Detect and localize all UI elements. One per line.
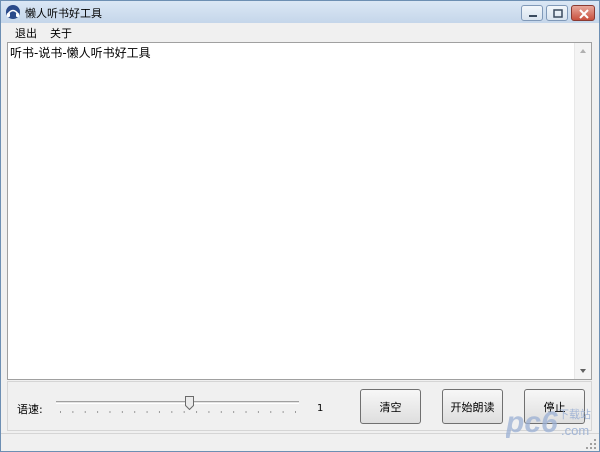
speed-value: 1	[317, 403, 324, 414]
menu-item-exit[interactable]: 退出	[15, 25, 37, 41]
slider-tick	[146, 411, 148, 413]
slider-tick	[220, 411, 222, 413]
slider-tick	[233, 411, 235, 413]
app-icon	[5, 4, 21, 20]
slider-tick	[270, 411, 272, 413]
watermark-subtext: 下载站	[558, 407, 591, 421]
slider-tick	[196, 411, 198, 413]
scroll-up-icon[interactable]	[575, 43, 591, 59]
text-editor[interactable]: 听书-说书-懒人听书好工具	[7, 42, 592, 380]
window-title: 懒人听书好工具	[25, 7, 102, 20]
clear-button[interactable]: 清空	[360, 389, 421, 424]
slider-tick	[134, 411, 136, 413]
slider-tick	[97, 411, 99, 413]
speed-slider[interactable]	[56, 396, 299, 418]
slider-tick	[171, 411, 173, 413]
slider-tick	[245, 411, 247, 413]
close-icon	[579, 9, 589, 19]
scroll-down-icon[interactable]	[575, 363, 591, 379]
title-bar[interactable]: 懒人听书好工具	[1, 1, 599, 23]
start-reading-button[interactable]: 开始朗读	[442, 389, 503, 424]
app-window: 懒人听书好工具 退出 关于 听书-说书-懒人听书好工具 语速: 1 清空 开始朗…	[0, 0, 600, 452]
clear-button-label: 清空	[379, 400, 402, 414]
menu-bar: 退出 关于	[1, 23, 599, 41]
menu-item-about[interactable]: 关于	[50, 25, 72, 41]
speed-label: 语速:	[17, 403, 43, 416]
slider-thumb[interactable]	[185, 396, 194, 410]
slider-track[interactable]	[56, 401, 299, 404]
minimize-icon	[529, 15, 537, 17]
slider-tick	[84, 411, 86, 413]
watermark-domain: .com	[561, 423, 589, 438]
slider-tick	[158, 411, 160, 413]
slider-tick	[109, 411, 111, 413]
vertical-scrollbar[interactable]	[574, 43, 591, 379]
slider-tick	[72, 411, 74, 413]
slider-tick	[60, 411, 61, 413]
slider-tick	[295, 411, 296, 413]
slider-tick	[183, 411, 185, 413]
slider-ticks	[60, 411, 296, 413]
slider-tick	[121, 411, 123, 413]
slider-tick	[282, 411, 284, 413]
slider-tick	[208, 411, 210, 413]
minimize-button[interactable]	[521, 5, 543, 21]
slider-tick	[257, 411, 259, 413]
watermark-logo: pc6 下载站 .com	[506, 406, 591, 439]
maximize-button[interactable]	[546, 5, 568, 21]
maximize-icon	[553, 9, 563, 18]
watermark-text: pc6	[506, 406, 558, 439]
start-reading-button-label: 开始朗读	[450, 400, 495, 414]
close-button[interactable]	[571, 5, 595, 21]
editor-content[interactable]: 听书-说书-懒人听书好工具	[10, 44, 151, 61]
